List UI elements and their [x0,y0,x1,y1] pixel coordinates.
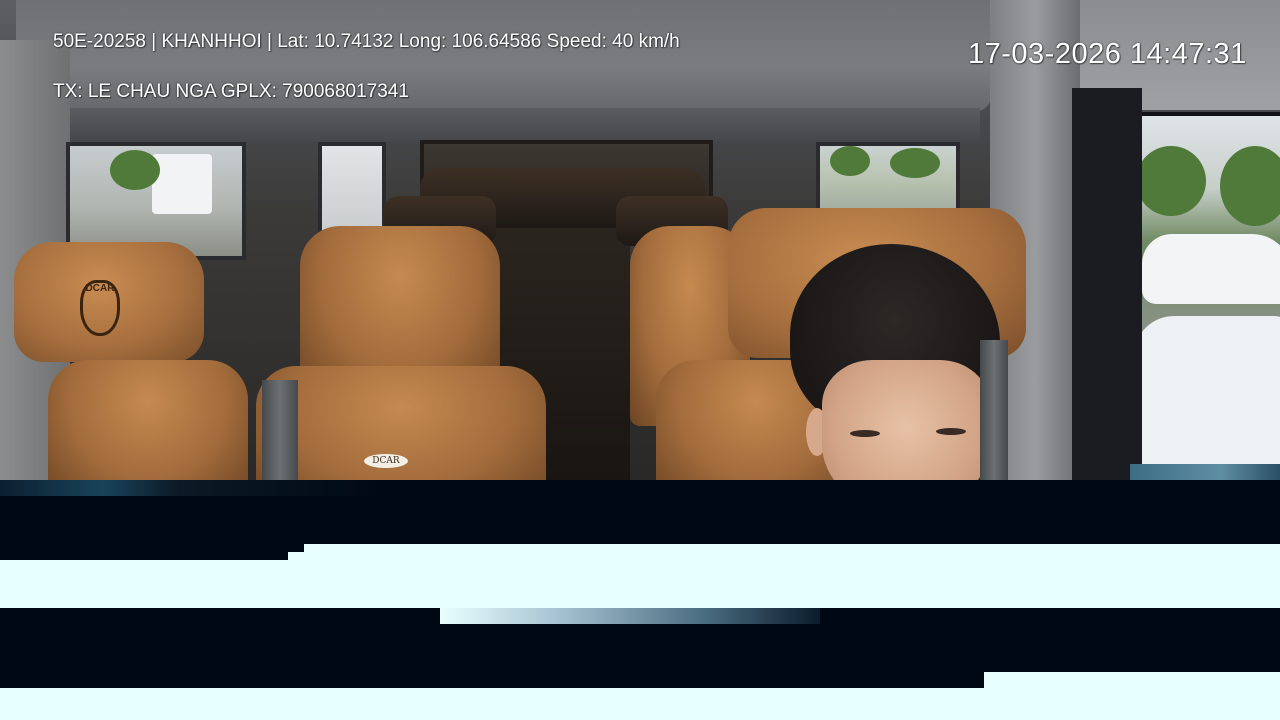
driver-license-overlay: TX: LE CHAU NGA GPLX: 790068017341 [53,81,409,102]
white-truck [152,154,212,214]
street-tree [1220,146,1280,226]
dashcam-frame: DCAR DCAR 50E-20258 | KHANHHOI | Lat: 10… [0,0,1280,480]
street-tree [1136,146,1206,216]
badge-text: DCAR [372,456,400,466]
driver-seatbelt [980,340,1008,480]
emblem-text: DCAR [85,283,115,294]
driver-side-window [1126,112,1280,480]
dcar-seat-badge: DCAR [364,454,408,468]
passenger-seatback [48,360,248,480]
street-tree [830,146,870,176]
driver-eye [850,430,880,437]
parked-white-car [1142,234,1280,304]
dcar-headrest-emblem: DCAR [80,280,120,336]
driver-eye [936,428,966,435]
glitch-band-light [984,672,1280,688]
glitch-artifact [0,480,1280,496]
street-tree [110,150,160,190]
seatbelt [262,380,298,480]
left-side-window [318,142,386,238]
street-tree [890,148,940,178]
parked-white-car [1134,316,1280,466]
vehicle-gps-overlay: 50E-20258 | KHANHHOI | Lat: 10.74132 Lon… [53,31,680,52]
door-frame [1072,88,1142,480]
glitch-band-light [0,560,1280,608]
ceiling-console [60,108,980,142]
glitch-band-light [0,688,1280,720]
glitch-band-light [288,552,304,560]
timestamp-overlay: 17-03-2026 14:47:31 [968,38,1247,70]
glitch-artifact [1130,464,1280,480]
driver-face [822,360,990,480]
glitch-band-light [304,544,1280,560]
glitch-artifact [440,608,820,624]
